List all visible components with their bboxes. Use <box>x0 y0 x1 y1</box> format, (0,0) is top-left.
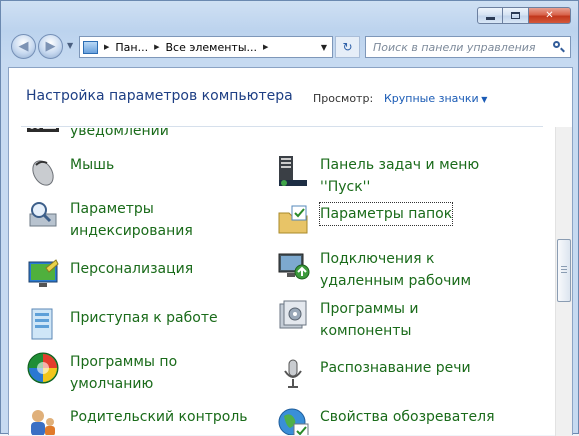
list-item-speech-recognition[interactable]: Распознавание речи <box>276 357 471 391</box>
item-label: Подключения к удаленным рабочим <box>320 251 472 289</box>
vertical-scrollbar[interactable] <box>555 127 572 436</box>
recent-pages-dropdown[interactable]: ▼ <box>67 41 73 50</box>
items-list: уведомлений Мышь Параметры индексировани… <box>9 128 556 435</box>
back-button[interactable]: ◀ <box>11 34 36 59</box>
list-item-notifications[interactable]: уведомлений <box>26 128 169 142</box>
list-item-folder-options[interactable]: Параметры папок <box>276 202 454 237</box>
breadcrumb-all-items[interactable]: Все элементы... <box>165 41 257 54</box>
forward-arrow-icon: ▶ <box>45 39 56 54</box>
maximize-icon <box>511 12 520 19</box>
breadcrumb-arrow-icon[interactable]: ▶ <box>154 43 159 51</box>
close-icon: ✕ <box>545 10 554 21</box>
view-label: Просмотр: <box>313 92 374 105</box>
list-item-default-programs[interactable]: Программы по умолчанию <box>26 351 177 395</box>
list-item-personalization[interactable]: Персонализация <box>26 258 193 292</box>
explorer-window: ✕ ◀ ▶ ▼ ▶ Пан... ▶ Все элементы... ▶ ▼ ↻… <box>0 0 579 436</box>
scrollbar-thumb[interactable] <box>557 239 571 302</box>
item-label: Параметры папок <box>318 202 454 226</box>
item-label: Программы по умолчанию <box>70 354 178 392</box>
view-mode-dropdown[interactable]: Крупные значки <box>384 92 487 105</box>
page-title: Настройка параметров компьютера <box>26 88 293 104</box>
item-label: Родительский контроль <box>70 409 248 425</box>
refresh-button[interactable]: ↻ <box>335 36 360 58</box>
indexing-options-icon <box>26 198 60 232</box>
list-item-remote-connections[interactable]: Подключения к удаленным рабочим <box>276 248 471 292</box>
divider <box>21 126 543 127</box>
default-programs-icon <box>26 351 60 385</box>
taskbar-start-menu-icon <box>276 154 310 188</box>
breadcrumb-arrow-icon[interactable]: ▶ <box>104 43 109 51</box>
list-item-internet-options[interactable]: Свойства обозревателя <box>276 406 495 435</box>
item-label: Панель задач и меню ''Пуск'' <box>320 157 480 195</box>
list-item-programs-features[interactable]: Программы и компоненты <box>276 298 419 342</box>
search-icon[interactable] <box>553 41 565 53</box>
item-label: Программы и компоненты <box>320 301 419 339</box>
mouse-icon <box>26 154 60 188</box>
chevron-down-icon: ▼ <box>67 41 74 50</box>
caption-buttons: ✕ <box>477 7 571 24</box>
breadcrumb-arrow-icon[interactable]: ▶ <box>263 43 268 51</box>
internet-options-icon <box>276 406 310 435</box>
close-button[interactable]: ✕ <box>529 7 571 24</box>
refresh-icon: ↻ <box>342 40 353 54</box>
folder-options-icon <box>276 203 310 237</box>
personalization-icon <box>26 258 60 292</box>
list-item-taskbar[interactable]: Панель задач и меню ''Пуск'' <box>276 154 479 198</box>
item-label: Распознавание речи <box>320 360 471 376</box>
item-label: Приступая к работе <box>70 310 218 326</box>
breadcrumb-control-panel[interactable]: Пан... <box>115 41 148 54</box>
microphone-icon <box>276 357 310 391</box>
notification-icons-icon <box>26 128 60 142</box>
search-placeholder: Поиск в панели управления <box>373 40 536 54</box>
search-input[interactable]: Поиск в панели управления <box>365 36 571 58</box>
minimize-icon <box>485 17 495 20</box>
parental-controls-icon <box>26 406 60 435</box>
back-arrow-icon: ◀ <box>18 39 29 54</box>
item-label: Мышь <box>70 157 115 173</box>
control-panel-icon <box>83 40 98 54</box>
address-dropdown-icon[interactable]: ▼ <box>321 43 327 52</box>
getting-started-icon <box>26 307 60 341</box>
item-label: Параметры индексирования <box>70 201 193 239</box>
forward-button[interactable]: ▶ <box>38 34 63 59</box>
list-item-mouse[interactable]: Мышь <box>26 154 114 188</box>
list-item-getting-started[interactable]: Приступая к работе <box>26 307 218 341</box>
minimize-button[interactable] <box>477 7 503 24</box>
list-item-parental-controls[interactable]: Родительский контроль <box>26 406 248 435</box>
control-panel-content: Настройка параметров компьютера Просмотр… <box>8 67 573 436</box>
item-label: уведомлений <box>70 128 169 139</box>
address-bar[interactable]: ▶ Пан... ▶ Все элементы... ▶ ▼ <box>79 36 333 58</box>
remote-desktop-icon <box>276 248 310 282</box>
list-item-indexing[interactable]: Параметры индексирования <box>26 198 193 242</box>
item-label: Персонализация <box>70 261 194 277</box>
item-label: Свойства обозревателя <box>320 409 495 425</box>
programs-features-icon <box>276 298 310 332</box>
maximize-button[interactable] <box>503 7 529 24</box>
